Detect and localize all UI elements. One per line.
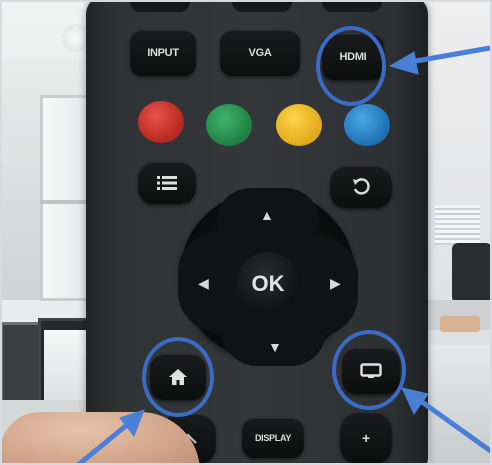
annotation-arrows <box>74 45 492 465</box>
home-pointer-arrow <box>74 422 130 465</box>
hdmi-pointer-arrow <box>409 45 491 65</box>
hdmi-arrowhead <box>388 51 419 75</box>
home-arrowhead <box>119 409 145 438</box>
source-pointer-arrow <box>420 399 492 455</box>
photo-scene: INPUT VGA HDMI ▲ ◀ ▶ ▼ OK DISPLAY + <box>0 0 492 465</box>
